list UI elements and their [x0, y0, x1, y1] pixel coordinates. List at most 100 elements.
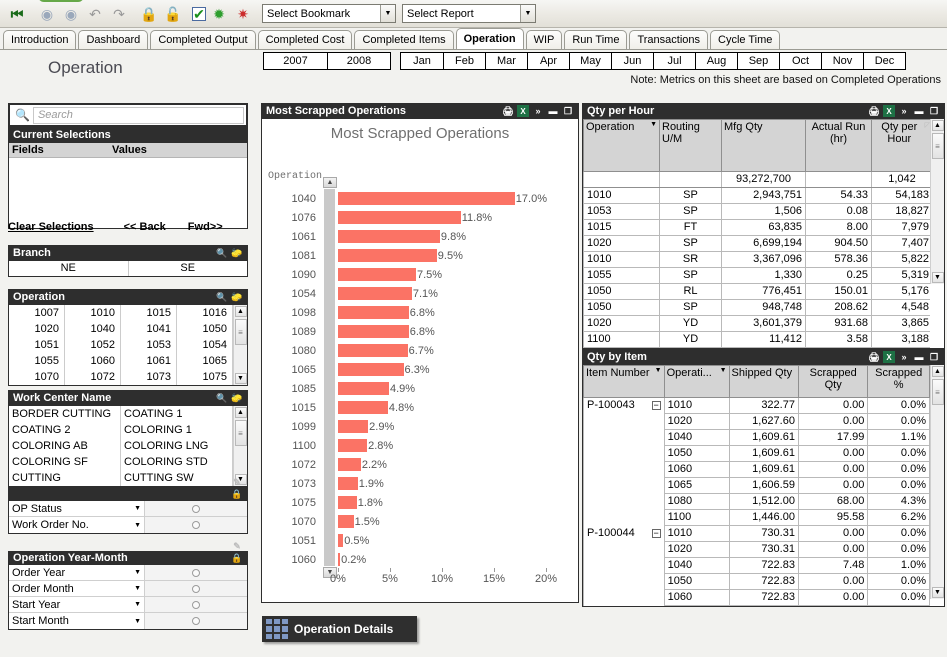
chart-bar[interactable]: [338, 211, 461, 224]
table-cell[interactable]: 0.0%: [867, 525, 930, 542]
branch-value-ne[interactable]: NE: [9, 261, 128, 276]
back-button[interactable]: << Back: [124, 221, 166, 233]
search-input[interactable]: Search: [32, 106, 244, 124]
table-cell-item[interactable]: [583, 573, 665, 590]
collapse-icon[interactable]: −: [651, 529, 661, 538]
table-cell[interactable]: 208.62: [805, 299, 872, 316]
table-row[interactable]: 1050 722.83 0.00 0.0%: [583, 573, 930, 590]
fast-forward-icon[interactable]: »: [898, 351, 910, 363]
multibox-field[interactable]: Start Year ▼: [9, 597, 145, 612]
chart-bar[interactable]: [338, 306, 409, 319]
chart-bar-row[interactable]: 1072 2.2%: [262, 455, 578, 474]
chart-bar-row[interactable]: 1073 1.9%: [262, 474, 578, 493]
chart-bar[interactable]: [338, 420, 369, 433]
table-cell[interactable]: 3.58: [805, 331, 872, 348]
table-row[interactable]: 1100 YD 11,412 3.58 3,188: [583, 331, 930, 348]
table-row[interactable]: 1010 SR 3,367,096 578.36 5,822: [583, 251, 930, 268]
multibox-row[interactable]: Work Order No. ▼: [9, 517, 247, 533]
table-cell-item[interactable]: [583, 477, 665, 494]
tab-completed-items[interactable]: Completed Items: [354, 30, 454, 49]
table-cell[interactable]: SP: [659, 187, 722, 204]
table-row[interactable]: 1050 1,609.61 0.00 0.0%: [583, 445, 930, 462]
list-item[interactable]: COLORING STD: [121, 454, 233, 470]
eraser-icon[interactable]: 🧽: [231, 291, 243, 303]
chart-bar[interactable]: [338, 363, 404, 376]
month-option-apr[interactable]: Apr: [527, 53, 569, 69]
table-cell[interactable]: 0.00: [797, 573, 869, 590]
table-cell[interactable]: YD: [659, 315, 722, 332]
table-cell[interactable]: 1,627.60: [728, 413, 799, 430]
branch-values[interactable]: NE SE: [8, 261, 248, 277]
scroll-up-icon[interactable]: ▲: [931, 120, 944, 131]
table-cell[interactable]: 0.00: [797, 589, 869, 606]
table-cell[interactable]: 1,609.61: [728, 445, 799, 462]
list-item[interactable]: 1051: [9, 337, 65, 353]
chart-bar-row[interactable]: 1090 7.5%: [262, 265, 578, 284]
pencil-icon[interactable]: ✎: [231, 476, 243, 488]
table-cell[interactable]: 1.1%: [867, 429, 930, 446]
table-cell[interactable]: 0.00: [797, 525, 869, 542]
chart-bar-row[interactable]: 1060 0.2%: [262, 550, 578, 569]
chart-bar[interactable]: [338, 249, 437, 262]
chart-bar-row[interactable]: 1085 4.9%: [262, 379, 578, 398]
chart-bar[interactable]: [338, 534, 344, 547]
multibox-value[interactable]: [145, 501, 247, 516]
month-option-feb[interactable]: Feb: [443, 53, 485, 69]
table-cell[interactable]: 3,601,379: [721, 315, 806, 332]
column-header[interactable]: Operati... ▼: [663, 365, 730, 398]
table-cell[interactable]: 3,367,096: [721, 251, 806, 268]
chevron-down-icon[interactable]: ▼: [134, 522, 141, 529]
table-cell[interactable]: 0.00: [797, 397, 869, 414]
table-cell[interactable]: 1020: [583, 235, 660, 252]
list-item[interactable]: 1010: [65, 305, 121, 321]
table-cell[interactable]: 1,606.59: [728, 477, 799, 494]
chart-bar[interactable]: [338, 382, 389, 395]
table-row[interactable]: 1020 1,627.60 0.00 0.0%: [583, 413, 930, 430]
chart-bar[interactable]: [338, 553, 341, 566]
tab-dashboard[interactable]: Dashboard: [78, 30, 149, 49]
clear-selections-button[interactable]: Clear Selections: [8, 221, 94, 233]
table-cell[interactable]: 0.0%: [867, 541, 930, 558]
go-to-start-icon[interactable]: ⏮: [6, 3, 28, 25]
chevron-down-icon[interactable]: ▼: [520, 5, 535, 22]
chart-bar[interactable]: [338, 401, 388, 414]
multibox-value[interactable]: [145, 581, 247, 596]
list-item[interactable]: 1055: [9, 353, 65, 369]
bookmark-select[interactable]: Select Bookmark ▼: [262, 4, 396, 23]
table-cell[interactable]: 1060: [663, 461, 730, 478]
table-cell[interactable]: 1020: [663, 413, 730, 430]
table-cell[interactable]: 68.00: [797, 493, 869, 510]
month-option-jun[interactable]: Jun: [611, 53, 653, 69]
column-header[interactable]: Scrapped %: [867, 365, 930, 398]
branch-value-se[interactable]: SE: [127, 261, 248, 276]
month-option-nov[interactable]: Nov: [821, 53, 863, 69]
table-cell[interactable]: 5,319: [871, 267, 930, 284]
search-icon[interactable]: 🔍: [216, 291, 228, 303]
table-cell[interactable]: 1.0%: [867, 557, 930, 574]
list-item[interactable]: CUTTING SW: [121, 470, 233, 486]
table-row[interactable]: 1050 SP 948,748 208.62 4,548: [583, 299, 930, 316]
table-cell[interactable]: 1010: [663, 397, 730, 414]
scroll-down-icon[interactable]: ▼: [931, 587, 944, 598]
table-cell[interactable]: 722.83: [728, 573, 799, 590]
search-icon[interactable]: 🔍: [216, 392, 228, 404]
tab-cycle-time[interactable]: Cycle Time: [710, 30, 781, 49]
list-item[interactable]: CUTTING: [9, 470, 121, 486]
table-cell[interactable]: 1050: [583, 283, 660, 300]
table-cell[interactable]: 1020: [583, 315, 660, 332]
table-cell[interactable]: 7.48: [797, 557, 869, 574]
chart-bar-row[interactable]: 1089 6.8%: [262, 322, 578, 341]
multibox-value[interactable]: [145, 517, 247, 533]
list-item[interactable]: 1070: [9, 369, 65, 385]
multibox-row[interactable]: Start Month ▼: [9, 613, 247, 629]
maximize-icon[interactable]: ❐: [928, 351, 940, 363]
table-row[interactable]: P-100043 −1010 322.77 0.00 0.0%: [583, 397, 930, 414]
scroll-up-icon[interactable]: ▲: [931, 366, 944, 377]
table-row[interactable]: P-100044 −1010 730.31 0.00 0.0%: [583, 525, 930, 542]
table-cell[interactable]: 948,748: [721, 299, 806, 316]
list-item[interactable]: COLORING SF: [9, 454, 121, 470]
column-header[interactable]: Routing U/M: [659, 119, 722, 172]
qty-per-hour-table[interactable]: Operation ▼ Routing U/M Mfg Qty Actual Run (…: [583, 119, 930, 348]
chevron-down-icon[interactable]: ▼: [134, 601, 141, 608]
column-header[interactable]: Operation ▼: [583, 119, 660, 172]
